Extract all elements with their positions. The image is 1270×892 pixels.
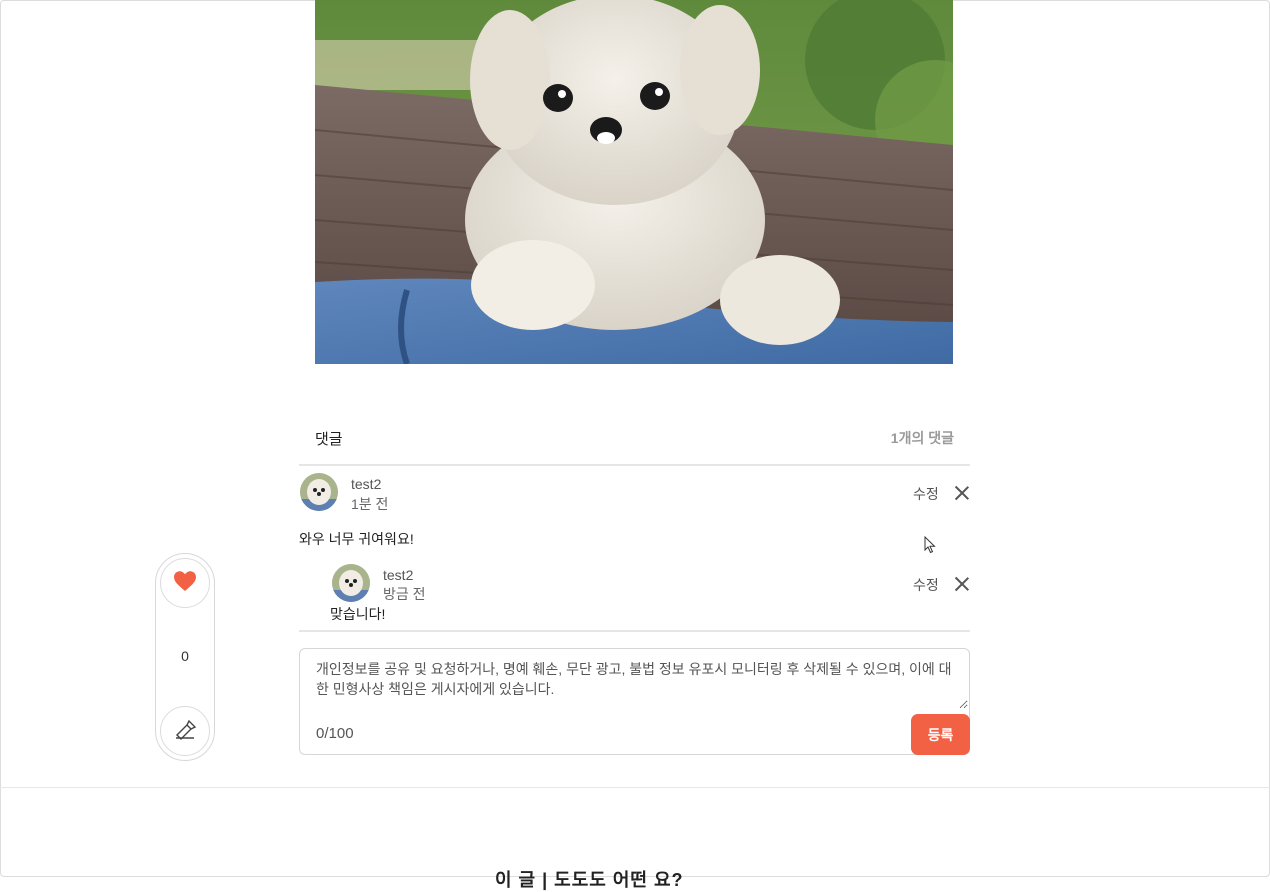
reply-text: 맞습니다!: [330, 606, 386, 622]
reply-item: test2 방금 전 수정 맞습니다!: [299, 562, 970, 624]
side-action-bar: 0: [155, 553, 215, 761]
delete-reply-close-icon[interactable]: [954, 576, 970, 592]
share-icon: [173, 717, 197, 746]
like-button[interactable]: [160, 558, 210, 608]
footer-teaser: 이 글 | 도도도 어떤 요?: [495, 870, 684, 890]
divider: [299, 630, 970, 632]
delete-comment-close-icon[interactable]: [954, 485, 970, 501]
footer-divider: [0, 787, 1270, 788]
mouse-cursor-icon: [924, 535, 936, 559]
avatar[interactable]: [332, 564, 370, 602]
comments-title: 댓글: [315, 431, 343, 448]
share-button[interactable]: [160, 706, 210, 756]
comments-header: 댓글 1개의 댓글: [299, 424, 970, 466]
heart-icon: [173, 570, 197, 597]
comment-username[interactable]: test2: [351, 476, 381, 492]
reply-username[interactable]: test2: [383, 567, 413, 583]
reply-time: 방금 전: [383, 586, 426, 602]
comments-count: 1개의 댓글: [890, 430, 954, 446]
comment-item: test2 1분 전 수정 와우 너무 귀여워요!: [299, 470, 970, 550]
comment-time: 1분 전: [351, 496, 389, 512]
char-counter: 0/100: [316, 725, 354, 742]
like-count: 0: [181, 648, 189, 664]
edit-reply-button[interactable]: 수정: [913, 575, 939, 595]
edit-comment-button[interactable]: 수정: [913, 484, 939, 504]
avatar[interactable]: [300, 473, 338, 511]
comment-input-box: 0/100 등록: [299, 648, 970, 755]
post-image: [315, 0, 953, 364]
submit-comment-button[interactable]: 등록: [911, 714, 970, 755]
comment-textarea[interactable]: [300, 649, 968, 709]
comment-text: 와우 너무 귀여워요!: [299, 531, 414, 547]
